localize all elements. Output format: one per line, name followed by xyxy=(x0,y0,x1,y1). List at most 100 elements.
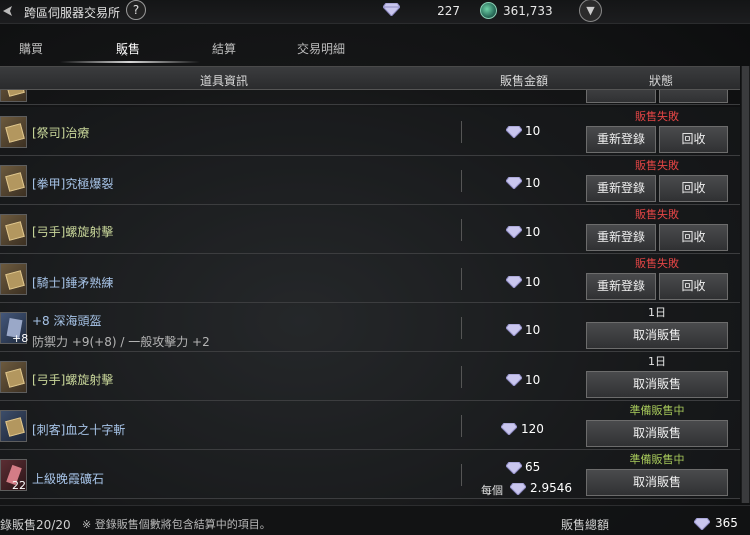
skill-book-icon xyxy=(0,165,27,197)
listing-note: ※ 登錄販售個數將包含結算中的項目。 xyxy=(82,518,271,531)
diamond-icon xyxy=(510,483,526,495)
relist-button[interactable]: 重新登錄 xyxy=(586,224,656,251)
relist-button[interactable]: 重新登錄 xyxy=(586,273,656,300)
item-price: 10 xyxy=(525,124,541,138)
diamond-icon xyxy=(694,518,710,530)
item-price: 65 xyxy=(525,460,541,474)
diamond-icon xyxy=(382,2,401,19)
item-name: [騎士]錘矛熟練 xyxy=(32,276,114,290)
unit-price: 2.9546 xyxy=(530,481,572,495)
status-text: 販售失敗 xyxy=(635,159,679,172)
column-divider xyxy=(461,317,462,339)
table-row[interactable]: [拳甲]究極爆裂 10 販售失敗 重新登錄 回收 xyxy=(0,156,740,205)
item-stats: 防禦力 +9(+8) / 一般攻擊力 +2 xyxy=(32,335,210,349)
back-arrow-icon[interactable] xyxy=(2,4,16,18)
scrollbar-thumb[interactable] xyxy=(742,66,749,503)
helmet-icon: +8 xyxy=(0,312,29,345)
item-price: 10 xyxy=(525,323,541,337)
item-name: [刺客]血之十字斬 xyxy=(32,423,126,437)
item-price: 10 xyxy=(525,373,541,387)
recover-button[interactable]: 回收 xyxy=(659,224,728,251)
total-label: 販售總額 xyxy=(561,518,610,532)
enhance-level: +8 xyxy=(12,332,29,345)
ore-icon: 22 xyxy=(0,459,27,492)
item-name: [弓手]螺旋射擊 xyxy=(32,225,114,239)
table-row[interactable]: [騎士]錘矛熟練 10 販售失敗 重新登錄 回收 xyxy=(0,254,740,303)
item-name: [弓手]螺旋射擊 xyxy=(32,373,114,387)
item-price: 10 xyxy=(525,176,541,190)
sell-list: [祭司]治療 10 販售失敗 重新登錄 回收 [拳甲]究極爆裂 10 販售失敗 … xyxy=(0,90,740,503)
status-text: 販售失敗 xyxy=(635,257,679,270)
skill-book-icon xyxy=(0,214,27,246)
item-price: 120 xyxy=(521,422,544,436)
total-amount: 365 xyxy=(715,516,738,530)
column-divider xyxy=(461,464,462,486)
cancel-sale-button[interactable]: 取消販售 xyxy=(586,469,728,496)
skill-book-icon xyxy=(0,116,27,148)
table-row[interactable]: 22 上級晚霞礦石 65 每個 2.9546 準備販售中 取消販售 xyxy=(0,450,740,499)
active-tab-underline xyxy=(60,61,200,63)
coin-count: 361,733 xyxy=(503,4,553,18)
listing-count: 錄販售20/20 xyxy=(0,518,71,532)
table-header: 道具資訊 販售金額 狀態 xyxy=(0,66,740,90)
tab-bar: 購買 販售 結算 交易明細 ^ xyxy=(0,24,750,66)
table-row[interactable]: [弓手]螺旋射擊 10 販售失敗 重新登錄 回收 xyxy=(0,205,740,254)
relist-button[interactable]: 重新登錄 xyxy=(586,126,656,153)
status-text: 販售失敗 xyxy=(635,208,679,221)
chevron-down-icon[interactable]: ▼ xyxy=(579,0,602,22)
item-quantity: 22 xyxy=(12,479,26,492)
column-divider xyxy=(461,415,462,437)
table-row[interactable]: +8 +8 深海頭盔 防禦力 +9(+8) / 一般攻擊力 +2 10 1日 取… xyxy=(0,303,740,352)
diamond-icon xyxy=(501,423,517,435)
item-price: 10 xyxy=(525,225,541,239)
status-text: 準備販售中 xyxy=(629,404,685,417)
column-divider xyxy=(461,170,462,192)
status-text: 準備販售中 xyxy=(629,453,685,466)
recover-button[interactable]: 回收 xyxy=(659,126,728,153)
table-row[interactable]: [刺客]血之十字斬 120 準備販售中 取消販售 xyxy=(0,401,740,450)
column-divider xyxy=(461,366,462,388)
status-text: 1日 xyxy=(648,306,666,319)
item-name: [拳甲]究極爆裂 xyxy=(32,177,114,191)
column-divider xyxy=(461,121,462,143)
table-row[interactable]: [弓手]螺旋射擊 10 1日 取消販售 xyxy=(0,352,740,401)
skill-book-icon xyxy=(0,263,27,295)
tab-buy[interactable]: 購買 xyxy=(19,40,43,57)
footer: 錄販售20/20 ※ 登錄販售個數將包含結算中的項目。 販售總額 365 xyxy=(0,505,750,535)
recover-button[interactable]: 回收 xyxy=(659,175,728,202)
top-bar: 跨區伺服器交易所 ? 227 361,733 ▼ xyxy=(0,0,750,24)
relist-button[interactable]: 重新登錄 xyxy=(586,175,656,202)
diamond-icon xyxy=(506,126,522,138)
item-price: 10 xyxy=(525,275,541,289)
item-name: [祭司]治療 xyxy=(32,126,90,140)
col-item-info: 道具資訊 xyxy=(200,74,249,88)
diamond-icon xyxy=(506,276,522,288)
coin-icon xyxy=(480,2,497,19)
skill-book-icon xyxy=(0,361,27,393)
tab-settle[interactable]: 結算 xyxy=(212,40,236,57)
status-text: 販售失敗 xyxy=(635,110,679,123)
diamond-icon xyxy=(506,462,522,474)
item-name: 上級晚霞礦石 xyxy=(32,472,105,486)
diamond-icon xyxy=(506,374,522,386)
recover-button[interactable]: 回收 xyxy=(659,273,728,300)
col-price: 販售金額 xyxy=(500,74,549,88)
diamond-icon xyxy=(506,226,522,238)
table-row[interactable]: [祭司]治療 10 販售失敗 重新登錄 回收 xyxy=(0,107,740,156)
status-text: 1日 xyxy=(648,355,666,368)
diamond-count: 227 xyxy=(437,4,460,18)
item-name: +8 深海頭盔 xyxy=(32,314,102,328)
app-title: 跨區伺服器交易所 xyxy=(24,6,121,20)
diamond-icon xyxy=(506,324,522,336)
help-button[interactable]: ? xyxy=(126,0,146,20)
col-status: 狀態 xyxy=(649,74,674,88)
skill-book-icon xyxy=(0,410,27,442)
diamond-icon xyxy=(506,177,522,189)
cancel-sale-button[interactable]: 取消販售 xyxy=(586,322,728,349)
tab-history[interactable]: 交易明細 xyxy=(297,40,345,57)
unit-price-label: 每個 xyxy=(481,484,503,497)
cancel-sale-button[interactable]: 取消販售 xyxy=(586,420,728,447)
column-divider xyxy=(461,268,462,290)
cancel-sale-button[interactable]: 取消販售 xyxy=(586,371,728,398)
column-divider xyxy=(461,219,462,241)
